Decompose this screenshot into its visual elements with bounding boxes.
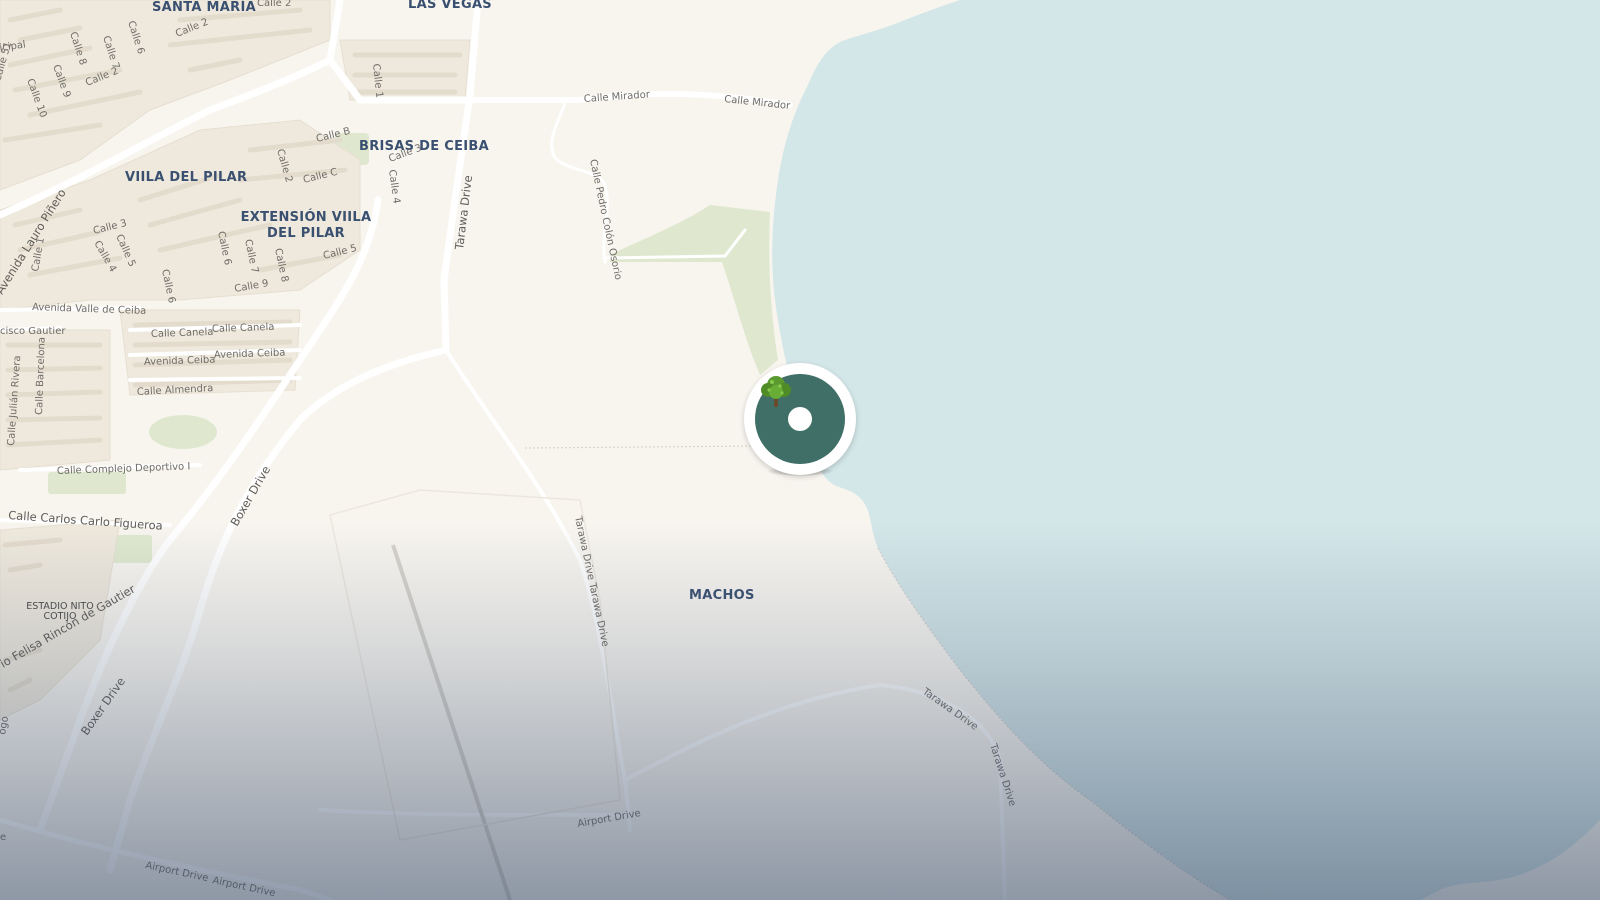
label-extension-viila-line1: EXTENSIÓN VIILA	[241, 209, 372, 225]
park-field	[149, 415, 217, 449]
label-viila-del-pilar: VIILA DEL PILAR	[125, 170, 247, 185]
label-las-vegas: LAS VEGAS	[408, 0, 492, 12]
label-calle-canela-2: Calle Canela	[212, 322, 275, 335]
label-santa-maria: SANTA MARÍA	[152, 0, 256, 15]
label-francisco-gautier: cisco Gautier	[0, 326, 66, 337]
park-small-2	[112, 535, 152, 563]
label-extension-viila-line2: DEL PILAR	[267, 226, 345, 241]
tree-icon	[761, 376, 791, 407]
label-machos: MACHOS	[689, 588, 755, 603]
label-calle-canela-1: Calle Canela	[151, 327, 214, 340]
label-estadio-line2: COTIJO	[44, 611, 77, 622]
label-brisas-de-ceiba: BRISAS DE CEIBA	[359, 139, 489, 154]
label-e-edge: e	[0, 832, 6, 843]
label-calle-2-top: Calle 2	[257, 0, 291, 9]
location-marker[interactable]	[744, 363, 856, 475]
